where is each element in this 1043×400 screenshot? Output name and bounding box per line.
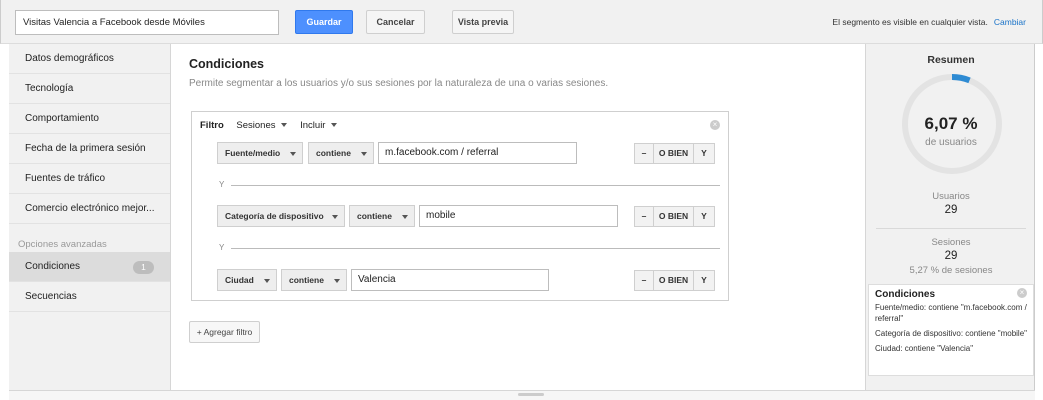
- sessions-value: 29: [944, 250, 958, 262]
- remove-filter-icon[interactable]: ×: [710, 120, 720, 130]
- sidebar-item-technology[interactable]: Tecnología: [9, 74, 170, 104]
- and-separator: Y: [217, 180, 720, 190]
- chevron-down-icon: [281, 123, 288, 128]
- sessions-label: Sesiones: [931, 237, 971, 248]
- users-value: 29: [944, 204, 958, 216]
- separator-line: [231, 248, 720, 249]
- condition-value-input[interactable]: m.facebook.com / referral: [378, 142, 577, 164]
- dimension-value: Categoría de dispositivo: [225, 211, 324, 221]
- preview-button[interactable]: Vista previa: [452, 10, 514, 34]
- sidebar: Datos demográficos Tecnología Comportami…: [9, 44, 171, 390]
- dimension-select[interactable]: Fuente/medio: [217, 142, 303, 164]
- chevron-down-icon: [332, 215, 338, 219]
- condition-value-input[interactable]: mobile: [419, 205, 618, 227]
- dimension-value: Ciudad: [225, 275, 254, 285]
- save-button[interactable]: Guardar: [295, 10, 353, 34]
- condition-row: Ciudad contiene Valencia – O BIEN Y: [217, 269, 722, 291]
- sidebar-item-label: Condiciones: [25, 261, 81, 272]
- condition-row: Categoría de dispositivo contiene mobile…: [217, 205, 722, 227]
- operator-value: contiene: [357, 211, 392, 221]
- filter-label: Filtro: [200, 120, 224, 131]
- filter-header: Filtro Sesiones Incluir: [200, 120, 338, 134]
- and-separator: Y: [217, 243, 720, 253]
- scope-dropdown[interactable]: Sesiones: [236, 120, 288, 131]
- advanced-options-heading: Opciones avanzadas: [18, 239, 107, 250]
- and-button[interactable]: Y: [694, 143, 715, 164]
- dimension-select[interactable]: Ciudad: [217, 269, 277, 291]
- users-label: Usuarios: [932, 191, 970, 202]
- remove-condition-button[interactable]: –: [634, 206, 654, 227]
- sidebar-item-sequences[interactable]: Secuencias: [9, 282, 170, 312]
- chevron-down-icon: [361, 152, 367, 156]
- resize-grip-icon[interactable]: [518, 393, 544, 396]
- dimension-select[interactable]: Categoría de dispositivo: [217, 205, 345, 227]
- or-button[interactable]: O BIEN: [654, 206, 694, 227]
- divider: [876, 228, 1026, 229]
- chevron-down-icon: [290, 152, 296, 156]
- operator-value: contiene: [316, 148, 351, 158]
- condition-row: Fuente/medio contiene m.facebook.com / r…: [217, 142, 722, 164]
- sidebar-item-conditions[interactable]: Condiciones 1: [9, 252, 170, 282]
- remove-condition-button[interactable]: –: [634, 270, 654, 291]
- separator-line: [231, 185, 720, 186]
- and-button[interactable]: Y: [694, 206, 715, 227]
- operator-select[interactable]: contiene: [308, 142, 374, 164]
- percent-value: 6,07 %: [924, 114, 978, 133]
- operator-select[interactable]: contiene: [281, 269, 347, 291]
- resize-bar[interactable]: [9, 390, 1035, 400]
- visibility-text: El segmento es visible en cualquier vist…: [832, 17, 988, 27]
- segment-editor: Guardar Cancelar Vista previa El segment…: [0, 0, 1043, 400]
- and-separator-label: Y: [219, 243, 225, 252]
- condition-ops: – O BIEN Y: [634, 270, 715, 291]
- condition-value-input[interactable]: Valencia: [351, 269, 549, 291]
- change-visibility-link[interactable]: Cambiar: [994, 17, 1026, 27]
- sidebar-item-enhanced-ecommerce[interactable]: Comercio electrónico mejor...: [9, 194, 170, 224]
- conditions-summary-card: × Condiciones Fuente/medio: contiene "m.…: [868, 284, 1034, 376]
- conditions-summary-line: Fuente/medio: contiene "m.facebook.com /…: [875, 303, 1027, 323]
- mode-value: Incluir: [300, 120, 326, 131]
- count-badge: 1: [133, 261, 154, 274]
- sidebar-item-traffic-sources[interactable]: Fuentes de tráfico: [9, 164, 170, 194]
- operator-select[interactable]: contiene: [349, 205, 415, 227]
- chevron-down-icon: [334, 279, 340, 283]
- close-icon[interactable]: ×: [1017, 288, 1027, 298]
- and-separator-label: Y: [219, 180, 225, 189]
- or-button[interactable]: O BIEN: [654, 143, 694, 164]
- chevron-down-icon: [331, 123, 338, 128]
- segment-name-input[interactable]: [15, 10, 279, 35]
- and-button[interactable]: Y: [694, 270, 715, 291]
- sidebar-item-demographics[interactable]: Datos demográficos: [9, 44, 170, 74]
- add-filter-button[interactable]: + Agregar filtro: [189, 321, 260, 343]
- sidebar-item-first-session-date[interactable]: Fecha de la primera sesión: [9, 134, 170, 164]
- remove-condition-button[interactable]: –: [634, 143, 654, 164]
- chevron-down-icon: [402, 215, 408, 219]
- condition-ops: – O BIEN Y: [634, 206, 715, 227]
- condition-ops: – O BIEN Y: [634, 143, 715, 164]
- page-title: Condiciones: [189, 57, 265, 71]
- summary-panel: Resumen 6,07 % de usuarios Usuarios 29 S…: [865, 44, 1035, 390]
- percent-caption: de usuarios: [925, 137, 977, 148]
- main-panel: Condiciones Permite segmentar a los usua…: [172, 44, 865, 390]
- conditions-summary-line: Ciudad: contiene "Valencia": [875, 344, 974, 353]
- conditions-summary-title: Condiciones: [875, 289, 936, 300]
- sessions-percent: 5,27 % de sesiones: [909, 265, 993, 276]
- or-button[interactable]: O BIEN: [654, 270, 694, 291]
- filter-box: Filtro Sesiones Incluir × Fuente/medio c…: [191, 111, 729, 301]
- dimension-value: Fuente/medio: [225, 148, 281, 158]
- conditions-summary-line: Categoría de dispositivo: contiene "mobi…: [875, 329, 1027, 338]
- visibility-notice: El segmento es visible en cualquier vist…: [832, 17, 1026, 27]
- sidebar-item-behavior[interactable]: Comportamiento: [9, 104, 170, 134]
- segment-toolbar: Guardar Cancelar Vista previa El segment…: [0, 0, 1043, 44]
- summary-title: Resumen: [927, 54, 975, 66]
- scope-value: Sesiones: [236, 120, 276, 131]
- operator-value: contiene: [289, 275, 324, 285]
- cancel-button[interactable]: Cancelar: [366, 10, 425, 34]
- mode-dropdown[interactable]: Incluir: [300, 120, 338, 131]
- page-subtitle: Permite segmentar a los usuarios y/o sus…: [189, 78, 609, 89]
- chevron-down-icon: [264, 279, 270, 283]
